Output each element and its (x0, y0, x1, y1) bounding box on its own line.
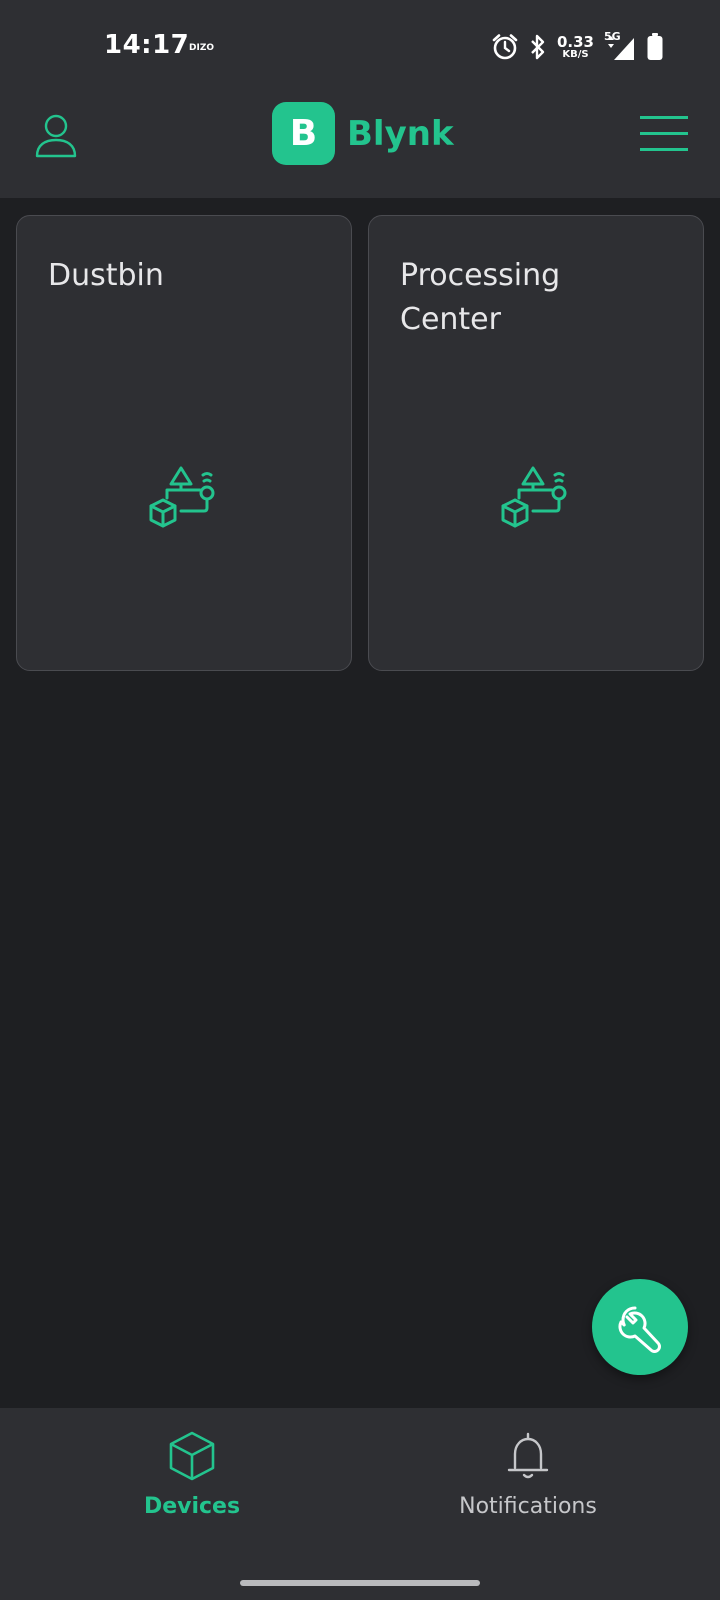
logo-badge: B (272, 102, 335, 165)
status-bar: 14:17 DIZO 0.33 KB/S 5G (0, 0, 720, 90)
app-header: B Blynk (0, 90, 720, 198)
hamburger-line (640, 148, 688, 151)
device-name: Processing Center (400, 258, 561, 337)
status-carrier: DIZO (189, 43, 214, 53)
app-logo: B Blynk (272, 102, 454, 165)
nav-devices-label: Devices (143, 1494, 241, 1519)
logo-text: Blynk (347, 113, 454, 154)
net-speed: 0.33 KB/S (556, 32, 594, 60)
home-indicator[interactable] (240, 1580, 480, 1586)
bluetooth-icon (531, 34, 545, 60)
status-icons: 0.33 KB/S 5G (491, 30, 664, 62)
device-card[interactable]: Dustbin (16, 215, 352, 671)
battery-icon (647, 33, 663, 60)
menu-button[interactable] (640, 116, 688, 152)
screen: 14:17 DIZO 0.33 KB/S 5G B Blynk Dustbin … (0, 0, 720, 1600)
hamburger-line (640, 132, 688, 135)
nav-notifications[interactable]: Notifications (428, 1430, 628, 1519)
device-grid: Dustbin Processing Center (16, 215, 704, 671)
cube-icon (169, 1431, 215, 1481)
signal-icon (608, 36, 634, 60)
bell-icon (507, 1432, 549, 1479)
device-iot-icon (149, 466, 215, 528)
developer-tools-fab[interactable] (592, 1279, 688, 1375)
nav-notifications-label: Notifications (459, 1494, 597, 1519)
nav-devices[interactable]: Devices (92, 1430, 292, 1519)
net-speed-unit: KB/S (562, 48, 589, 60)
user-icon (35, 114, 77, 158)
wrench-icon (618, 1306, 661, 1353)
device-iot-icon (501, 466, 567, 528)
status-time: 14:17 (104, 30, 190, 60)
device-name: Dustbin (48, 258, 164, 293)
alarm-icon (492, 34, 518, 60)
profile-button[interactable] (34, 112, 78, 160)
device-card[interactable]: Processing Center (368, 215, 704, 671)
bottom-nav: Devices Notifications (0, 1408, 720, 1600)
signal-indicator: 5G (604, 30, 636, 62)
hamburger-line (640, 116, 688, 119)
net-speed-value: 0.33 (556, 32, 594, 51)
